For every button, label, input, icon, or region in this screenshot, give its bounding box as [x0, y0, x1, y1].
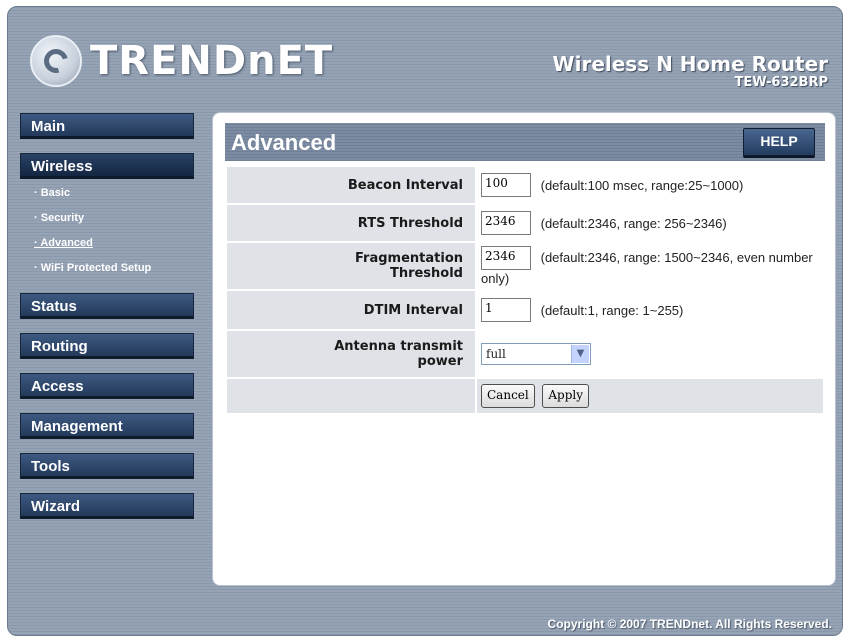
product-model: TEW-632BRP: [734, 75, 828, 90]
nav-access[interactable]: Access: [20, 373, 194, 399]
chevron-down-icon[interactable]: ▼: [571, 345, 589, 363]
nav-status[interactable]: Status: [20, 293, 194, 319]
nav-wizard[interactable]: Wizard: [20, 493, 194, 519]
nav-routing[interactable]: Routing: [20, 333, 194, 359]
dtim-interval-hint: (default:1, range: 1~255): [540, 302, 684, 318]
label-fragmentation-threshold: Fragmentation Threshold: [225, 241, 477, 291]
settings-table: Beacon Interval 100 (default:100 msec, r…: [225, 165, 825, 415]
beacon-interval-hint: (default:100 msec, range:25~1000): [540, 177, 744, 193]
copyright-text: Copyright © 2007 TRENDnet. All Rights Re…: [547, 617, 832, 631]
product-info: Wireless N Home Router TEW-632BRP: [553, 53, 828, 91]
subnav-basic[interactable]: · Basic: [20, 183, 195, 208]
router-frame: TRENDnET Wireless N Home Router TEW-632B…: [7, 6, 843, 636]
wireless-subnav: · Basic · Security · Advanced · WiFi Pro…: [20, 183, 195, 283]
label-dtim-interval: DTIM Interval: [225, 289, 477, 331]
rts-threshold-input[interactable]: 2346: [481, 211, 531, 235]
label-beacon-interval: Beacon Interval: [225, 165, 477, 205]
logo-emblem-icon: [30, 35, 82, 87]
panel-title-bar: Advanced HELP: [225, 123, 825, 161]
nav-management[interactable]: Management: [20, 413, 194, 439]
row-antenna-transmit-power: Antenna transmit power full ▼: [225, 329, 825, 379]
apply-button[interactable]: Apply: [542, 384, 590, 408]
product-name: Wireless N Home Router: [552, 52, 828, 76]
nav-wireless[interactable]: Wireless: [20, 153, 194, 179]
row-beacon-interval: Beacon Interval 100 (default:100 msec, r…: [225, 165, 825, 205]
cancel-button[interactable]: Cancel: [481, 384, 535, 408]
dtim-interval-input[interactable]: 1: [481, 298, 531, 322]
sidebar: Main Wireless · Basic · Security · Advan…: [20, 113, 195, 533]
row-dtim-interval: DTIM Interval 1 (default:1, range: 1~255…: [225, 289, 825, 331]
logo-text: TRENDnET: [90, 38, 334, 84]
fragmentation-threshold-input[interactable]: 2346: [481, 245, 531, 270]
rts-threshold-hint: (default:2346, range: 256~2346): [540, 215, 727, 231]
beacon-interval-input[interactable]: 100: [481, 173, 531, 197]
header: TRENDnET Wireless N Home Router TEW-632B…: [8, 7, 842, 107]
page-title: Advanced: [231, 130, 337, 155]
row-actions: Cancel Apply: [225, 377, 825, 415]
subnav-security[interactable]: · Security: [20, 208, 195, 233]
subnav-advanced[interactable]: · Advanced: [20, 233, 195, 258]
row-rts-threshold: RTS Threshold 2346 (default:2346, range:…: [225, 203, 825, 243]
subnav-wifi-protected-setup[interactable]: · WiFi Protected Setup: [20, 258, 195, 283]
row-fragmentation-threshold: Fragmentation Threshold 2346 (default:23…: [225, 241, 825, 291]
content-panel: Advanced HELP Beacon Interval 100 (defau…: [212, 112, 836, 586]
label-rts-threshold: RTS Threshold: [225, 203, 477, 243]
antenna-power-value: full: [486, 347, 506, 361]
help-button[interactable]: HELP: [743, 128, 815, 156]
label-antenna-transmit-power: Antenna transmit power: [225, 329, 477, 379]
nav-main[interactable]: Main: [20, 113, 194, 139]
nav-tools[interactable]: Tools: [20, 453, 194, 479]
trendnet-logo: TRENDnET: [30, 35, 333, 87]
antenna-power-select[interactable]: full ▼: [481, 343, 591, 365]
